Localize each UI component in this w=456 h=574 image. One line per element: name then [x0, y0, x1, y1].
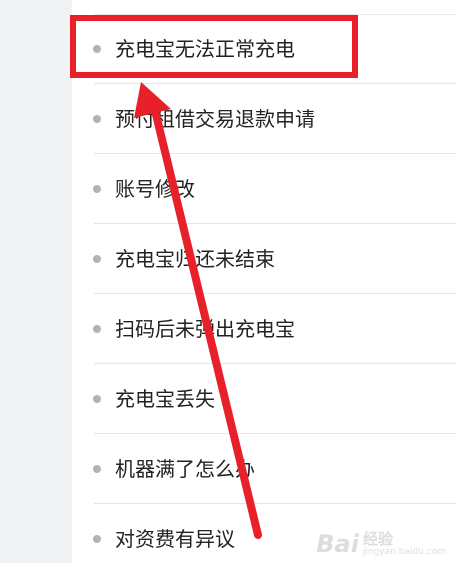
bullet-dot-icon	[93, 465, 101, 473]
bullet-dot-icon	[93, 325, 101, 333]
list-item-machine-full[interactable]: 机器满了怎么办	[72, 435, 456, 504]
list-item-label: 充电宝无法正常充电	[115, 37, 295, 61]
list-item-prepaid-refund[interactable]: 预付租借交易退款申请	[72, 85, 456, 154]
list-item-power-bank-lost[interactable]: 充电宝丢失	[72, 365, 456, 434]
bullet-dot-icon	[93, 395, 101, 403]
list-item-label: 扫码后未弹出充电宝	[115, 317, 295, 341]
list-divider	[94, 293, 456, 294]
list-item-label: 充电宝归还未结束	[115, 247, 275, 271]
baidu-watermark: Bai 经验 jingyan.baidu.com	[316, 531, 446, 557]
list-item-label: 预付租借交易退款申请	[115, 107, 315, 131]
list-divider	[94, 433, 456, 434]
list-item-label: 对资费有异议	[115, 527, 235, 551]
watermark-brand-cn: 经验	[362, 530, 393, 548]
help-topic-list: 充电宝无法正常充电 预付租借交易退款申请 账号修改 充电宝归还未结束 扫码后未弹…	[72, 0, 456, 563]
list-item-charging-failure[interactable]: 充电宝无法正常充电	[72, 15, 456, 84]
list-item-label: 机器满了怎么办	[115, 457, 255, 481]
list-item-return-not-ended[interactable]: 充电宝归还未结束	[72, 225, 456, 294]
list-divider	[94, 153, 456, 154]
list-divider	[94, 363, 456, 364]
list-item-label: 账号修改	[115, 177, 195, 201]
bullet-dot-icon	[93, 115, 101, 123]
bullet-dot-icon	[93, 185, 101, 193]
list-divider	[94, 83, 456, 84]
list-item-not-ejected[interactable]: 扫码后未弹出充电宝	[72, 295, 456, 364]
list-divider	[94, 223, 456, 224]
watermark-brand: Bai	[316, 530, 359, 558]
bullet-dot-icon	[93, 535, 101, 543]
watermark-right: 经验 jingyan.baidu.com	[363, 531, 446, 557]
left-category-panel	[0, 0, 72, 563]
list-item-label: 充电宝丢失	[115, 387, 215, 411]
watermark-url: jingyan.baidu.com	[362, 547, 446, 557]
list-divider	[94, 503, 456, 504]
bullet-dot-icon	[93, 45, 101, 53]
list-item-account-modify[interactable]: 账号修改	[72, 155, 456, 224]
bullet-dot-icon	[93, 255, 101, 263]
